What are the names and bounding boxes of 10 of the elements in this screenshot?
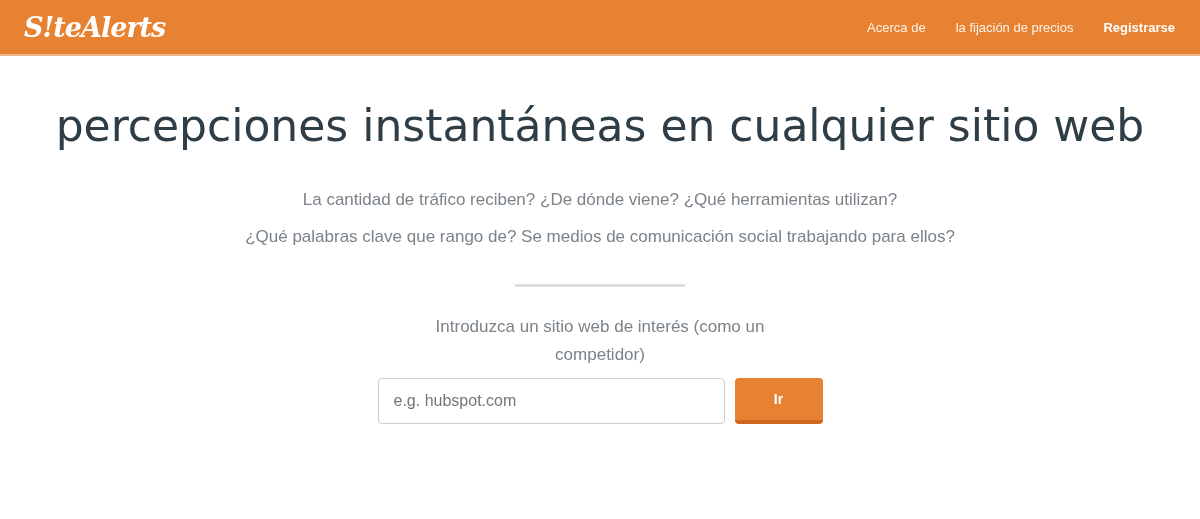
go-button[interactable]: Ir [734, 378, 823, 424]
nav-link[interactable]: Registrarse [1103, 19, 1175, 35]
nav-link[interactable]: la fijación de precios [955, 19, 1074, 35]
prompt-text: Introduzca un sitio web de interés (como un competidor) [434, 316, 766, 366]
hero-title: percepciones instantáneas en cualquier sitio web [54, 99, 1146, 153]
nav-link[interactable]: Acerca de [867, 19, 926, 35]
question-text: ¿Qué palabras clave que rango de? Se medios de comunicación social trabajando para ellos? [245, 226, 955, 248]
logo[interactable]: S!teAlerts [24, 11, 166, 43]
website-input[interactable]: e.g. hubspot.com [377, 378, 725, 424]
question-text: La cantidad de tráfico reciben? ¿De dónde viene? ¿Qué herramientas utilizan? [302, 189, 898, 211]
